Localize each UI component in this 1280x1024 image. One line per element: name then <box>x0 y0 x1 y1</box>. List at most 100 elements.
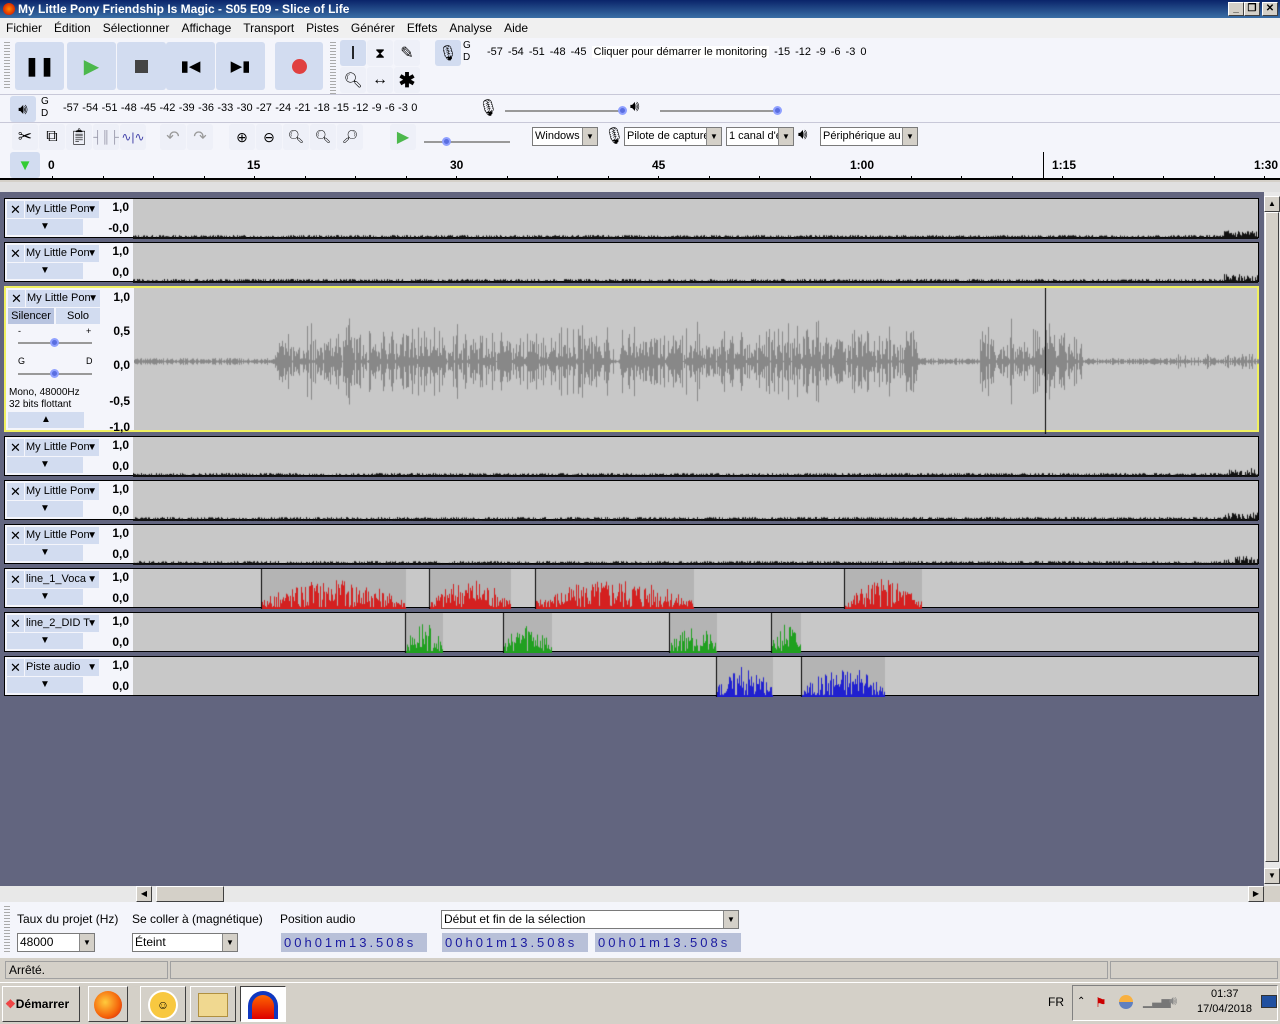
language-indicator[interactable]: FR <box>1048 995 1064 1009</box>
expand-track-button[interactable]: ▼ <box>7 633 83 649</box>
playback-volume-slider[interactable] <box>660 106 782 115</box>
envelope-tool[interactable]: ⧗ <box>367 40 393 66</box>
track-name-menu[interactable]: Piste audio <box>25 659 99 676</box>
slider-knob[interactable] <box>773 106 782 115</box>
selection-tool[interactable]: I <box>340 40 366 66</box>
waveform[interactable] <box>133 481 1258 521</box>
track-name-menu[interactable]: My Little Pon <box>25 439 99 456</box>
timeline-ruler[interactable]: ▼ 0 15 30 45 1:00 1:15 1:30 <box>0 150 1280 180</box>
play-at-speed-button[interactable]: ▶ <box>390 124 416 150</box>
waveform[interactable] <box>133 243 1258 283</box>
skip-start-button[interactable]: ▮◀ <box>166 42 215 90</box>
horizontal-scrollbar[interactable]: ◀ ▶ <box>0 886 1264 902</box>
expand-track-button[interactable]: ▼ <box>7 501 83 517</box>
menu-fichier[interactable]: Fichier <box>0 21 48 35</box>
close-track-button[interactable]: ✕ <box>7 527 24 544</box>
channels-select[interactable]: 1 canal d'e ▼ <box>726 127 794 146</box>
record-meter[interactable]: -57 -54 -51 -48 -45 Cliquer pour démarrer le… <box>487 46 866 58</box>
network-signal-icon[interactable]: ▁▃▅ <box>1143 994 1171 1008</box>
scroll-down-button[interactable]: ▼ <box>1264 868 1280 884</box>
start-button[interactable]: ❖Démarrer <box>2 986 80 1022</box>
timeline-options-button[interactable]: ▼ <box>10 152 40 178</box>
waveform[interactable] <box>133 657 1258 697</box>
close-track-button[interactable]: ✕ <box>7 201 24 218</box>
track-name-menu[interactable]: My Little Pon <box>25 483 99 500</box>
cut-button[interactable]: ✂ <box>12 124 38 150</box>
track[interactable]: ✕Piste audio▼ 1,0 0,0 <box>4 656 1259 697</box>
skip-end-button[interactable]: ▶▮ <box>216 42 265 90</box>
close-track-button[interactable]: ✕ <box>7 439 24 456</box>
vertical-scale[interactable]: 1,0 0,5 0,0 -0,5 -1,0 <box>102 288 134 434</box>
snap-select[interactable]: Éteint ▼ <box>132 933 238 952</box>
track-name-menu[interactable]: My Little Pon <box>25 245 99 262</box>
waveform-canvas[interactable] <box>133 569 1258 609</box>
expand-track-button[interactable]: ▼ <box>7 677 83 693</box>
close-track-button[interactable]: ✕ <box>7 659 24 676</box>
play-speed-slider[interactable] <box>424 137 510 146</box>
fit-project-button[interactable]: 🔍︎ <box>310 124 336 150</box>
scroll-right-button[interactable]: ▶ <box>1248 886 1264 902</box>
taskbar-audacity[interactable] <box>240 986 286 1022</box>
pan-slider[interactable] <box>18 369 92 378</box>
zoom-toggle-button[interactable]: 🔎︎ <box>337 124 363 150</box>
track-name-menu[interactable]: line_1_Voca <box>25 571 99 588</box>
vertical-scale[interactable]: 1,0 0,0 <box>101 525 133 563</box>
close-track-button[interactable]: ✕ <box>7 245 24 262</box>
track-name-menu[interactable]: line_2_DID T <box>25 615 99 632</box>
gain-slider[interactable] <box>18 338 92 347</box>
expand-track-button[interactable]: ▼ <box>7 457 83 473</box>
action-center-flag-icon[interactable]: ⚑ <box>1095 995 1107 1011</box>
taskbar-firefox[interactable] <box>88 986 128 1022</box>
play-meter[interactable]: -57 -54 -51 -48 -45 -42 -39 -36 -33 -30 -27 -24 -21-… <box>63 102 417 114</box>
track[interactable]: ✕line_1_Voca▼ 1,0 0,0 <box>4 568 1259 609</box>
track-name-menu[interactable]: My Little Pon <box>26 290 100 307</box>
close-track-button[interactable]: ✕ <box>8 290 25 307</box>
menu-transport[interactable]: Transport <box>237 21 300 35</box>
track[interactable]: ✕My Little Pon▼ 1,0 0,0 <box>4 436 1259 477</box>
slider-knob[interactable] <box>441 137 451 146</box>
monitoring-prompt[interactable]: Cliquer pour démarrer le monitoring <box>591 46 770 58</box>
track-name-menu[interactable]: My Little Pon <box>25 527 99 544</box>
draw-tool[interactable]: ✎ <box>394 40 420 66</box>
volume-icon[interactable]: 🔊︎ <box>1169 993 1177 1009</box>
input-device-select[interactable]: Pilote de capture ▼ <box>624 127 722 146</box>
vertical-scale[interactable]: 1,0 0,0 <box>101 481 133 519</box>
record-volume-slider[interactable] <box>505 106 627 115</box>
track[interactable]: ✕My Little PonSilencerSolo - + G D Mono, 4800… <box>4 286 1259 434</box>
selection-end-field[interactable]: 00h01m13.508s <box>595 933 741 952</box>
vertical-scrollbar[interactable]: ▲ ▼ <box>1264 192 1280 886</box>
close-button[interactable]: ✕ <box>1262 2 1278 16</box>
paste-button[interactable]: 📋︎ <box>66 124 92 150</box>
taskbar-app[interactable]: ☺ <box>140 986 186 1022</box>
track[interactable]: ✕My Little Pon▼ 1,0 0,0 <box>4 242 1259 283</box>
waveform[interactable] <box>133 613 1258 653</box>
project-rate-select[interactable]: 48000 ▼ <box>17 933 95 952</box>
waveform-canvas[interactable] <box>133 481 1258 521</box>
slider-knob[interactable] <box>618 106 627 115</box>
silence-button[interactable]: ∿|∿ <box>120 124 146 150</box>
scroll-up-button[interactable]: ▲ <box>1264 196 1280 212</box>
restore-button[interactable]: ❐ <box>1244 2 1260 16</box>
menu-generer[interactable]: Générer <box>345 21 401 35</box>
waveform[interactable] <box>133 569 1258 609</box>
track-panel[interactable]: ✕My Little Pon▼1,0-0,0✕My Little Pon▼1,0… <box>0 192 1264 886</box>
waveform-canvas[interactable] <box>133 199 1258 239</box>
output-device-select[interactable]: Périphérique au ▼ <box>820 127 918 146</box>
copy-button[interactable]: ⧉ <box>39 124 65 150</box>
waveform-canvas[interactable] <box>133 657 1258 697</box>
menu-affichage[interactable]: Affichage <box>175 21 237 35</box>
expand-track-button[interactable]: ▼ <box>7 545 83 561</box>
record-button[interactable] <box>275 42 323 90</box>
vertical-scale[interactable]: 1,0 0,0 <box>101 657 133 695</box>
zoom-tool[interactable]: 🔍︎ <box>340 67 366 93</box>
scroll-thumb[interactable] <box>1265 212 1279 862</box>
close-track-button[interactable]: ✕ <box>7 483 24 500</box>
expand-track-button[interactable]: ▼ <box>7 263 83 279</box>
slider-knob[interactable] <box>50 369 59 378</box>
playhead[interactable] <box>1043 152 1044 178</box>
scroll-left-button[interactable]: ◀ <box>136 886 152 902</box>
track[interactable]: ✕My Little Pon▼ 1,0 0,0 <box>4 480 1259 521</box>
minimize-button[interactable]: _ <box>1228 2 1244 16</box>
track[interactable]: ✕My Little Pon▼ 1,0 0,0 <box>4 524 1259 565</box>
expand-track-button[interactable]: ▼ <box>7 589 83 605</box>
